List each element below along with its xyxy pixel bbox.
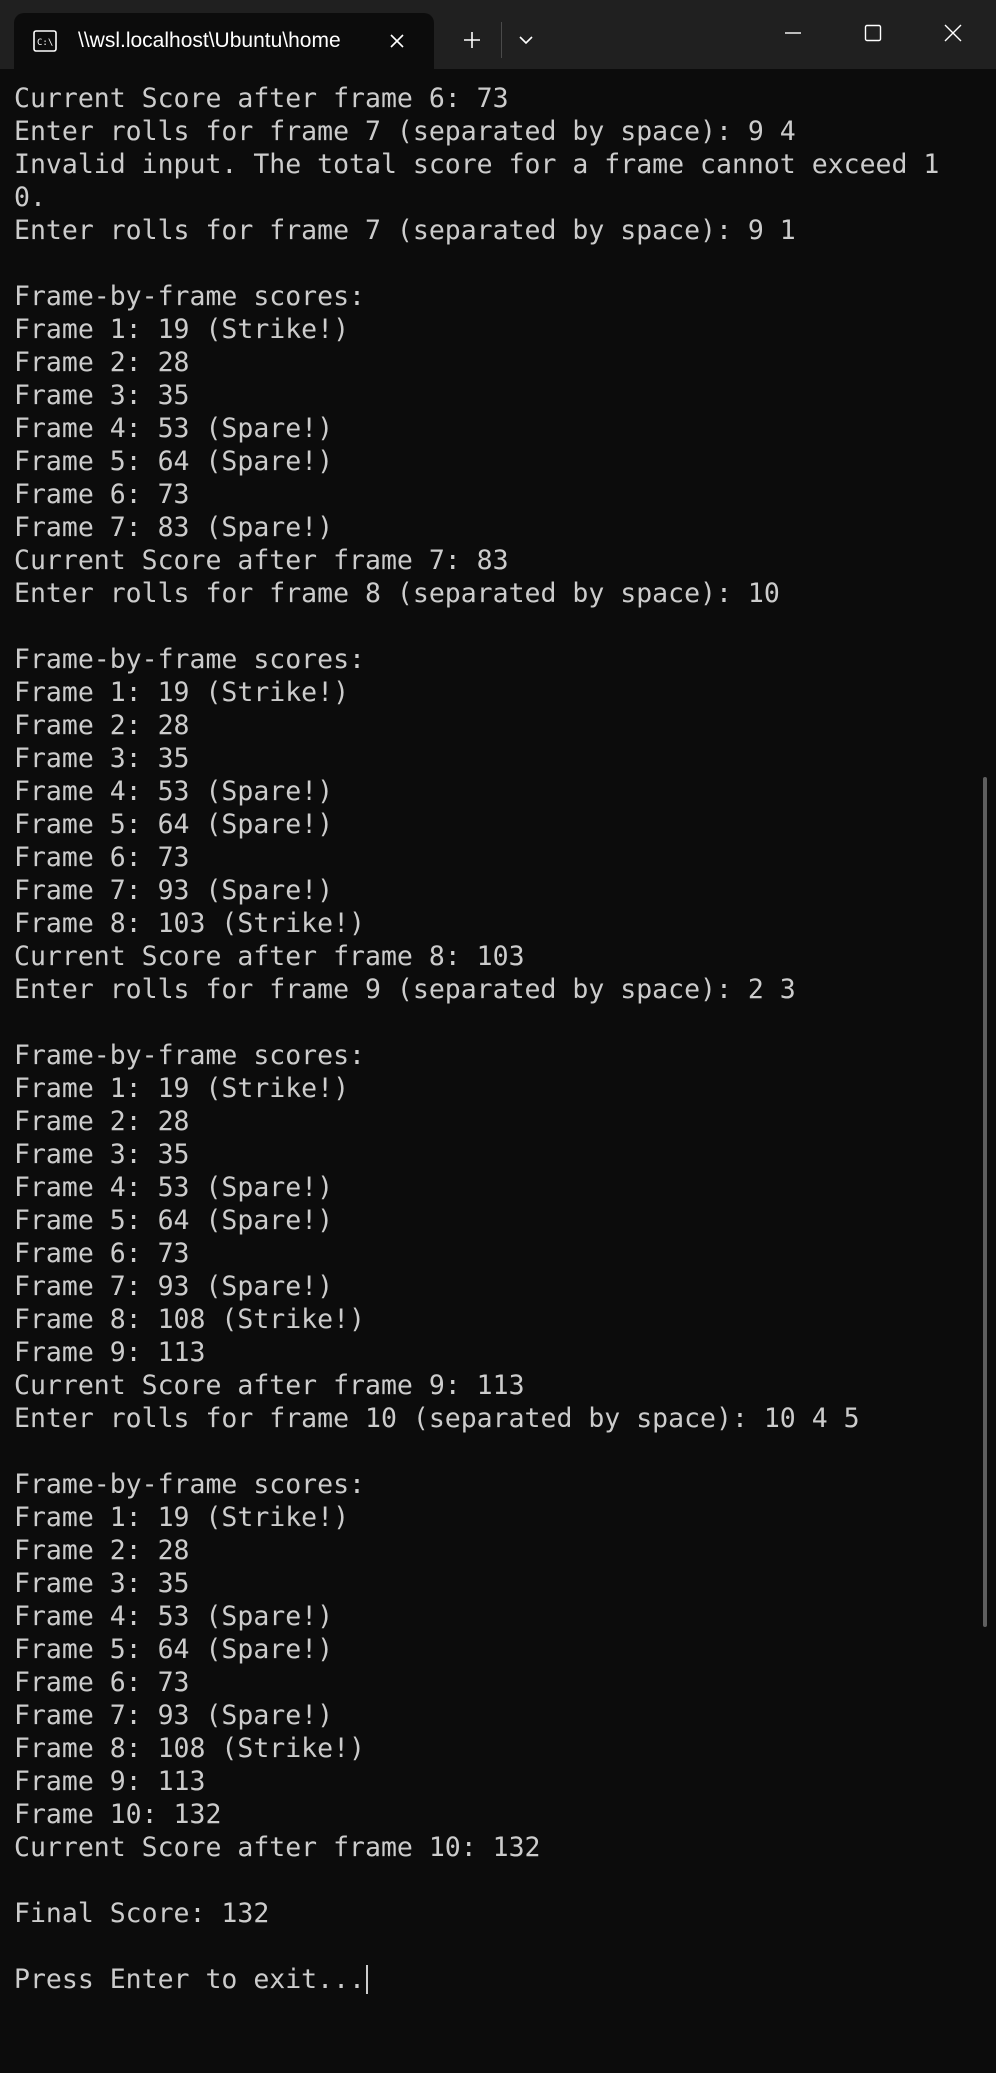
terminal-line: Enter rolls for frame 7 (separated by sp… — [14, 116, 796, 147]
terminal-line: Frame 2: 28 — [14, 710, 190, 741]
terminal-line: Final Score: 132 — [14, 1898, 270, 1929]
terminal-line: Frame 7: 93 (Spare!) — [14, 1700, 334, 1731]
terminal-line: Current Score after frame 6: 73 — [14, 83, 509, 114]
terminal-line: Enter rolls for frame 9 (separated by sp… — [14, 974, 796, 1005]
terminal-line: Frame-by-frame scores: — [14, 1469, 365, 1500]
terminal-line: 0. — [14, 182, 46, 213]
close-icon[interactable] — [386, 30, 408, 52]
terminal-line: Enter rolls for frame 8 (separated by sp… — [14, 578, 780, 609]
exit-prompt: Press Enter to exit... — [14, 1964, 365, 1995]
terminal-icon: C:\ — [32, 28, 58, 54]
terminal-line: Frame-by-frame scores: — [14, 1040, 365, 1071]
svg-text:C:\: C:\ — [37, 38, 53, 48]
terminal-line: Invalid input. The total score for a fra… — [14, 149, 940, 180]
terminal-line: Frame 6: 73 — [14, 479, 190, 510]
chevron-down-icon[interactable] — [510, 24, 542, 56]
terminal-line: Frame-by-frame scores: — [14, 644, 365, 675]
terminal-line: Frame 9: 113 — [14, 1766, 206, 1797]
terminal-line: Current Score after frame 8: 103 — [14, 941, 525, 972]
terminal-line: Frame 3: 35 — [14, 743, 190, 774]
terminal-line: Frame 3: 35 — [14, 1568, 190, 1599]
terminal-line: Frame 6: 73 — [14, 842, 190, 873]
terminal-line: Frame 2: 28 — [14, 1535, 190, 1566]
terminal-line: Frame 7: 93 (Spare!) — [14, 875, 334, 906]
terminal-line: Frame 1: 19 (Strike!) — [14, 314, 350, 345]
terminal-line: Frame 1: 19 (Strike!) — [14, 1502, 350, 1533]
tab-wsl-home[interactable]: C:\ \\wsl.localhost\Ubuntu\home — [14, 13, 434, 69]
maximize-icon[interactable] — [833, 0, 913, 66]
text-cursor — [366, 1965, 368, 1994]
terminal-line: Current Score after frame 10: 132 — [14, 1832, 541, 1863]
terminal-line: Frame 2: 28 — [14, 1106, 190, 1137]
terminal-line: Frame 8: 108 (Strike!) — [14, 1304, 365, 1335]
terminal-line: Frame 4: 53 (Spare!) — [14, 1172, 334, 1203]
terminal-line: Frame 7: 83 (Spare!) — [14, 512, 334, 543]
terminal-line: Frame 5: 64 (Spare!) — [14, 446, 334, 477]
terminal-line: Enter rolls for frame 10 (separated by s… — [14, 1403, 860, 1434]
terminal-line: Frame 8: 103 (Strike!) — [14, 908, 365, 939]
terminal-line: Frame 1: 19 (Strike!) — [14, 1073, 350, 1104]
plus-icon[interactable] — [456, 24, 488, 56]
terminal-line: Frame 6: 73 — [14, 1238, 190, 1269]
terminal-line: Frame 4: 53 (Spare!) — [14, 1601, 334, 1632]
terminal-output[interactable]: Current Score after frame 6: 73 Enter rol… — [14, 82, 974, 1996]
terminal-line: Frame 4: 53 (Spare!) — [14, 776, 334, 807]
terminal-line: Frame 4: 53 (Spare!) — [14, 413, 334, 444]
terminal-line: Frame 3: 35 — [14, 1139, 190, 1170]
terminal-line: Frame 2: 28 — [14, 347, 190, 378]
tab-title: \\wsl.localhost\Ubuntu\home — [78, 29, 341, 52]
terminal-line: Frame 5: 64 (Spare!) — [14, 1634, 334, 1665]
terminal-line: Frame 6: 73 — [14, 1667, 190, 1698]
tab-divider — [501, 22, 502, 58]
terminal-line: Frame-by-frame scores: — [14, 281, 365, 312]
terminal-window: C:\ \\wsl.localhost\Ubuntu\home Current … — [0, 0, 996, 2073]
terminal-line: Frame 9: 113 — [14, 1337, 206, 1368]
terminal-line: Frame 10: 132 — [14, 1799, 222, 1830]
minimize-icon[interactable] — [753, 0, 833, 66]
terminal-line: Frame 5: 64 (Spare!) — [14, 809, 334, 840]
terminal-line: Frame 7: 93 (Spare!) — [14, 1271, 334, 1302]
close-window-icon[interactable] — [913, 0, 993, 66]
terminal-line: Frame 3: 35 — [14, 380, 190, 411]
title-bar: C:\ \\wsl.localhost\Ubuntu\home — [0, 0, 996, 69]
terminal-line: Enter rolls for frame 7 (separated by sp… — [14, 215, 796, 246]
exit-prompt-line: Press Enter to exit... — [14, 1963, 974, 1996]
terminal-line: Frame 5: 64 (Spare!) — [14, 1205, 334, 1236]
terminal-line: Current Score after frame 7: 83 — [14, 545, 509, 576]
terminal-line: Current Score after frame 9: 113 — [14, 1370, 525, 1401]
scrollbar-thumb[interactable] — [983, 777, 987, 1627]
terminal-line: Frame 1: 19 (Strike!) — [14, 677, 350, 708]
terminal-line: Frame 8: 108 (Strike!) — [14, 1733, 365, 1764]
